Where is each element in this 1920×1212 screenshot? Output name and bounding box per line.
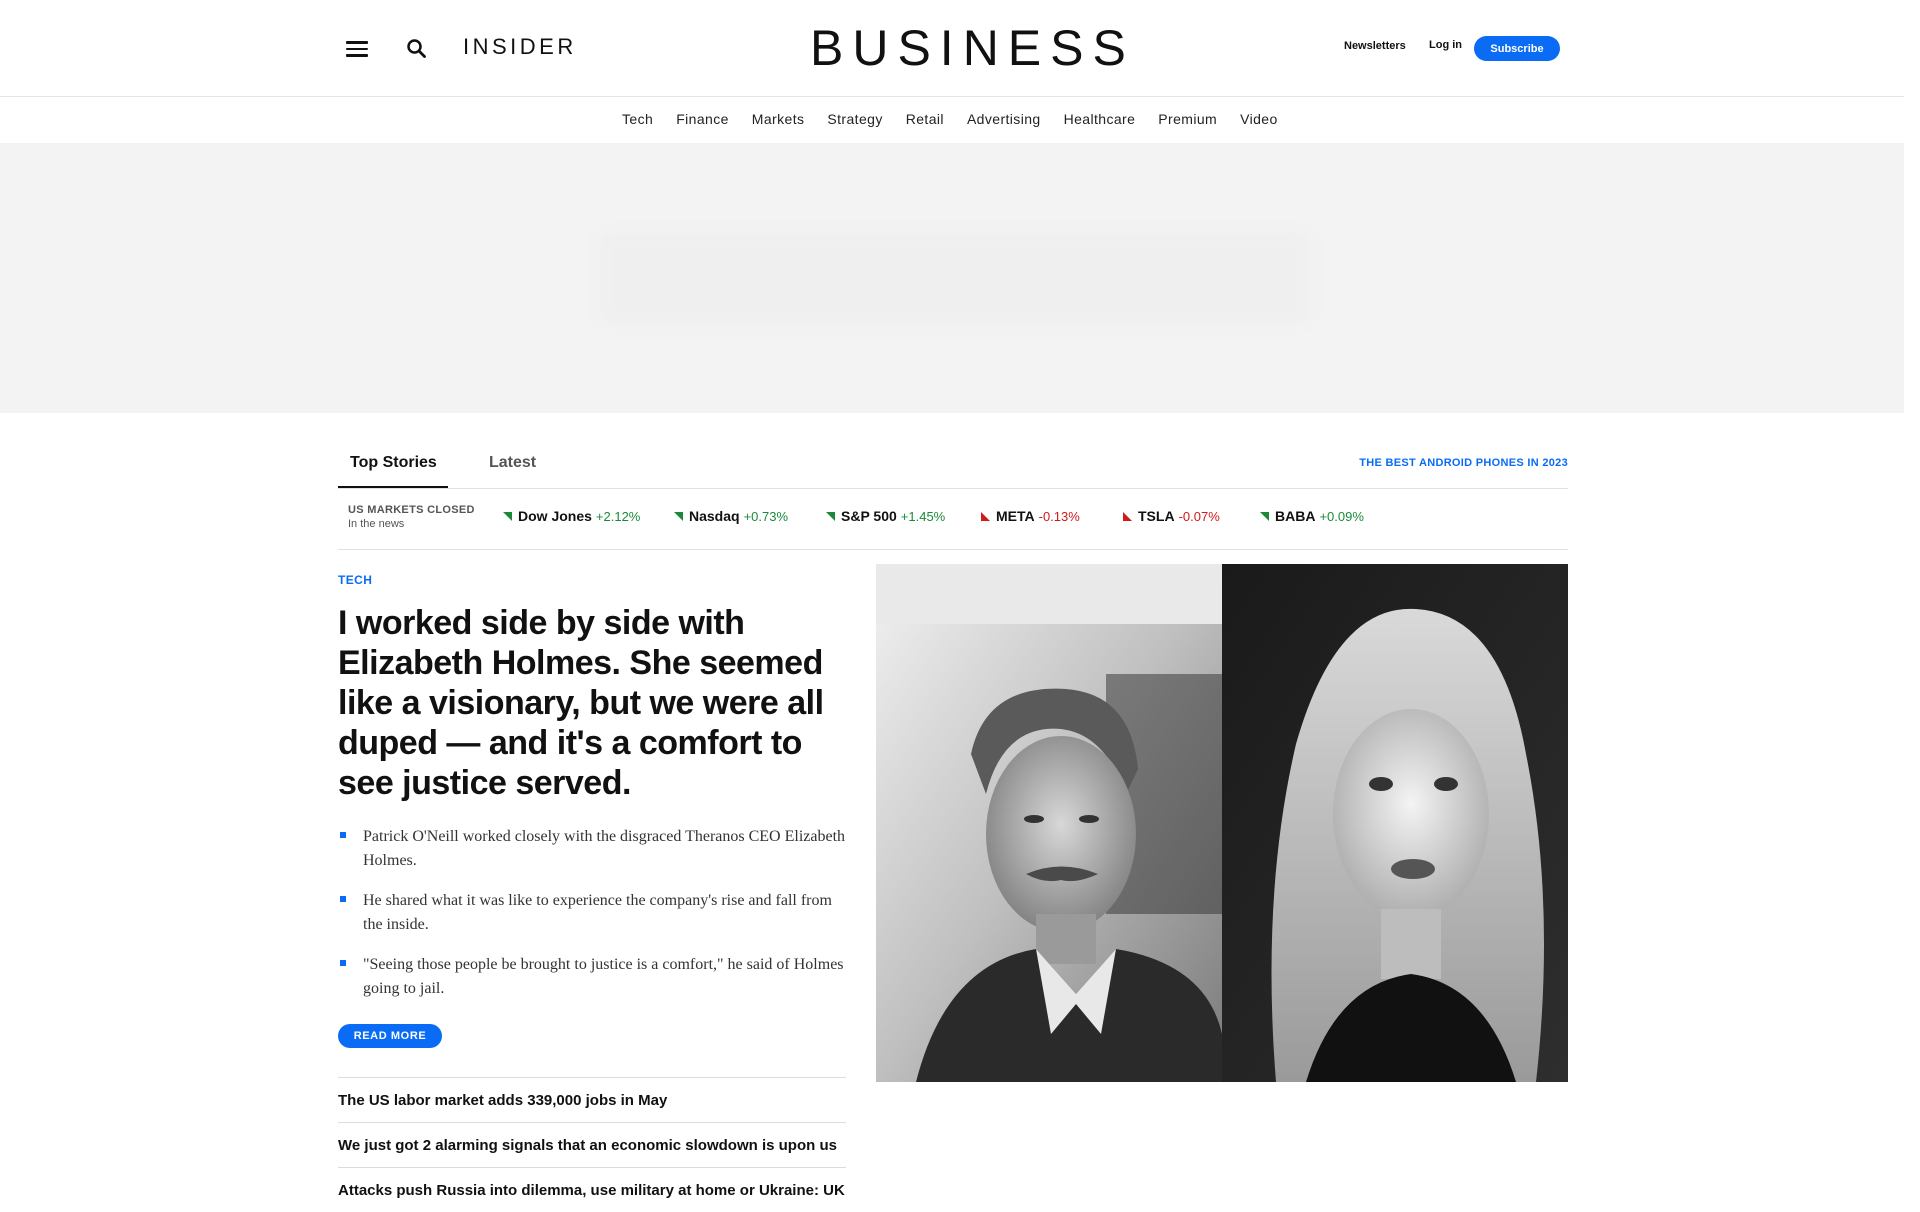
ticker-name: META	[996, 508, 1035, 524]
nav-item-finance[interactable]: Finance	[676, 111, 729, 127]
arrow-down-icon	[981, 511, 990, 521]
nav-item-premium[interactable]: Premium	[1158, 111, 1217, 127]
ticker-name: BABA	[1275, 508, 1316, 524]
story-category[interactable]: TECH	[338, 573, 372, 587]
arrow-up-icon	[503, 511, 512, 521]
newsletters-link[interactable]: Newsletters	[1344, 40, 1406, 52]
nav-item-healthcare[interactable]: Healthcare	[1064, 111, 1136, 127]
nav-items: Tech Finance Markets Strategy Retail Advertis…	[622, 111, 1301, 127]
more-story-link[interactable]: We just got 2 alarming signals that an e…	[338, 1122, 846, 1167]
login-link[interactable]: Log in	[1429, 39, 1462, 51]
bullet-square-icon	[340, 896, 346, 902]
nav-item-markets[interactable]: Markets	[752, 111, 805, 127]
ticker-change: +1.45%	[900, 508, 946, 524]
ticker-dow-jones[interactable]: Dow Jones +2.12%	[503, 508, 640, 524]
more-story-link[interactable]: The US labor market adds 339,000 jobs in…	[338, 1077, 846, 1122]
promo-link[interactable]: THE BEST ANDROID PHONES IN 2023	[1359, 457, 1568, 469]
tab-latest[interactable]: Latest	[489, 454, 536, 472]
nav-item-retail[interactable]: Retail	[906, 111, 944, 127]
nav-item-video[interactable]: Video	[1240, 111, 1278, 127]
tab-top-stories[interactable]: Top Stories	[350, 454, 437, 472]
summary-bullet: He shared what it was like to experience…	[338, 889, 848, 937]
ticker-baba[interactable]: BABA +0.09%	[1260, 508, 1364, 524]
ticker-tsla[interactable]: TSLA -0.07%	[1123, 508, 1220, 524]
ticker-change: -0.07%	[1178, 508, 1220, 524]
story-summary-bullets: Patrick O'Neill worked closely with the …	[338, 825, 848, 1017]
ticker-meta[interactable]: META -0.13%	[981, 508, 1080, 524]
nav-item-advertising[interactable]: Advertising	[967, 111, 1041, 127]
more-story-link[interactable]: Attacks push Russia into dilemma, use mi…	[338, 1167, 846, 1212]
story-tabs: Top Stories Latest THE BEST ANDROID PHON…	[338, 442, 1568, 489]
ticker-name: Dow Jones	[518, 508, 592, 524]
summary-bullet: Patrick O'Neill worked closely with the …	[338, 825, 848, 873]
ticker-name: Nasdaq	[689, 508, 740, 524]
arrow-up-icon	[674, 511, 683, 521]
market-status: US MARKETS CLOSED In the news	[348, 504, 475, 530]
business-logo[interactable]: BUSINESS	[810, 20, 1135, 76]
ticker-change: -0.13%	[1038, 508, 1080, 524]
search-icon[interactable]	[404, 36, 430, 62]
arrow-up-icon	[826, 511, 835, 521]
story-headline[interactable]: I worked side by side with Elizabeth Hol…	[338, 603, 858, 803]
ticker-change: +0.09%	[1319, 508, 1364, 524]
bullet-text: He shared what it was like to experience…	[363, 892, 832, 933]
market-status-subtitle: In the news	[348, 518, 405, 530]
nav-item-tech[interactable]: Tech	[622, 111, 653, 127]
arrow-down-icon	[1123, 511, 1132, 521]
summary-bullet: "Seeing those people be brought to justi…	[338, 953, 848, 1001]
active-tab-indicator	[338, 486, 448, 488]
more-stories-list: The US labor market adds 339,000 jobs in…	[338, 1077, 846, 1212]
ticker-s-p-500[interactable]: S&P 500 +1.45%	[826, 508, 945, 524]
subscribe-button[interactable]: Subscribe	[1474, 36, 1560, 61]
ticker-change: +0.73%	[743, 508, 789, 524]
site-header: INSIDER BUSINESS Newsletters Log in Subs…	[0, 0, 1904, 97]
menu-icon[interactable]	[346, 38, 370, 58]
insider-logo[interactable]: INSIDER	[463, 34, 577, 60]
markets-ticker: US MARKETS CLOSED In the news Dow Jones +…	[338, 489, 1568, 550]
nav-item-strategy[interactable]: Strategy	[827, 111, 882, 127]
bullet-square-icon	[340, 960, 346, 966]
ticker-change: +2.12%	[595, 508, 641, 524]
section-nav: Tech Finance Markets Strategy Retail Advertis…	[0, 97, 1904, 143]
bullet-text: "Seeing those people be brought to justi…	[363, 956, 844, 997]
ticker-nasdaq[interactable]: Nasdaq +0.73%	[674, 508, 788, 524]
market-status-label: US MARKETS CLOSED	[348, 504, 475, 516]
ticker-name: TSLA	[1138, 508, 1175, 524]
story-hero-image[interactable]	[876, 564, 1568, 1082]
bullet-text: Patrick O'Neill worked closely with the …	[363, 828, 846, 869]
ad-placeholder	[600, 233, 1310, 323]
ticker-name: S&P 500	[841, 508, 897, 524]
arrow-up-icon	[1260, 511, 1269, 521]
ad-banner	[0, 143, 1904, 413]
bullet-square-icon	[340, 832, 346, 838]
read-more-button[interactable]: READ MORE	[338, 1024, 442, 1048]
